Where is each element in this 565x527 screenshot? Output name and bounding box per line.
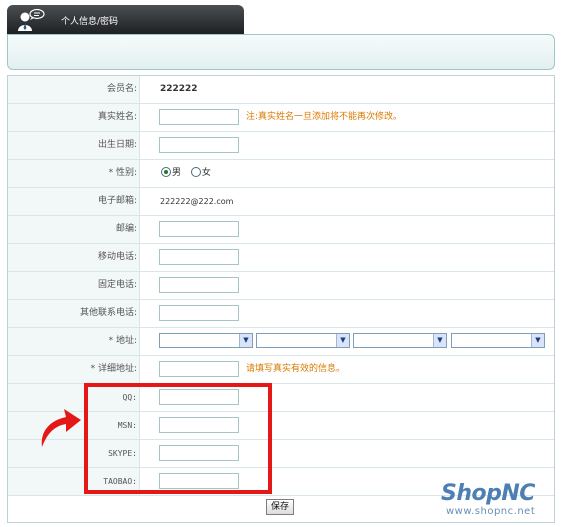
mobile-input[interactable]: [159, 249, 239, 265]
area-select[interactable]: ▼: [451, 333, 545, 348]
district-select[interactable]: ▼: [353, 333, 447, 348]
address-detail-note: 请填写真实有效的信息。: [246, 364, 346, 374]
email-value: 222222@222.com: [160, 197, 234, 206]
row-region: * 地址: ▼ ▼ ▼ ▼: [8, 328, 554, 356]
gender-label: * 性别:: [8, 160, 140, 187]
info-panel: [7, 34, 555, 70]
chevron-down-icon: ▼: [433, 334, 446, 347]
tab-title: 个人信息/密码: [61, 17, 119, 27]
gender-male-radio[interactable]: [161, 167, 171, 177]
row-email: 电子邮箱: 222222@222.com: [8, 188, 554, 216]
address-detail-input[interactable]: [159, 361, 239, 377]
address-detail-label: * 详细地址:: [8, 356, 140, 383]
row-other-contact: 其他联系电话:: [8, 300, 554, 328]
real-name-note: 注:真实姓名一旦添加将不能再次修改。: [246, 112, 403, 122]
chevron-down-icon: ▼: [239, 334, 252, 347]
profile-tab[interactable]: 个人信息/密码: [7, 5, 244, 34]
city-select[interactable]: ▼: [256, 333, 350, 348]
gender-female-radio[interactable]: [190, 167, 201, 177]
birthday-input[interactable]: [159, 137, 239, 153]
zip-label: 邮编:: [8, 216, 140, 243]
row-mobile: 移动电话:: [8, 244, 554, 272]
row-gender: * 性别: 男 女: [8, 160, 554, 188]
highlight-box: [84, 383, 272, 494]
row-phone: 固定电话:: [8, 272, 554, 300]
email-label: 电子邮箱:: [8, 188, 140, 215]
mobile-label: 移动电话:: [8, 244, 140, 271]
region-label: * 地址:: [8, 328, 140, 355]
province-select[interactable]: ▼: [159, 333, 253, 348]
member-name-value: 222222: [160, 84, 198, 94]
gender-male-label: 男: [172, 168, 182, 178]
row-address-detail: * 详细地址: 请填写真实有效的信息。: [8, 356, 554, 384]
phone-label: 固定电话:: [8, 272, 140, 299]
other-contact-label: 其他联系电话:: [8, 300, 140, 327]
row-member-name: 会员名: 222222: [8, 76, 554, 104]
birthday-label: 出生日期:: [8, 132, 140, 159]
member-name-label: 会员名:: [8, 76, 140, 103]
other-contact-input[interactable]: [159, 305, 239, 321]
chevron-down-icon: ▼: [531, 334, 544, 347]
chevron-down-icon: ▼: [336, 334, 349, 347]
save-button[interactable]: 保存: [266, 499, 294, 515]
row-zip: 邮编:: [8, 216, 554, 244]
row-birthday: 出生日期:: [8, 132, 554, 160]
real-name-label: 真实姓名:: [8, 104, 140, 131]
gender-female-label: 女: [201, 168, 211, 178]
brand-logo: ShopNC: [441, 481, 535, 506]
user-info-icon: [18, 8, 45, 31]
row-real-name: 真实姓名: 注:真实姓名一旦添加将不能再次修改。: [8, 104, 554, 132]
curved-arrow-icon: [41, 409, 81, 447]
phone-input[interactable]: [159, 277, 239, 293]
real-name-input[interactable]: [159, 109, 239, 125]
brand-url: www.shopnc.net: [446, 506, 536, 517]
zip-input[interactable]: [159, 221, 239, 237]
gender-options: 男 女: [161, 160, 218, 187]
